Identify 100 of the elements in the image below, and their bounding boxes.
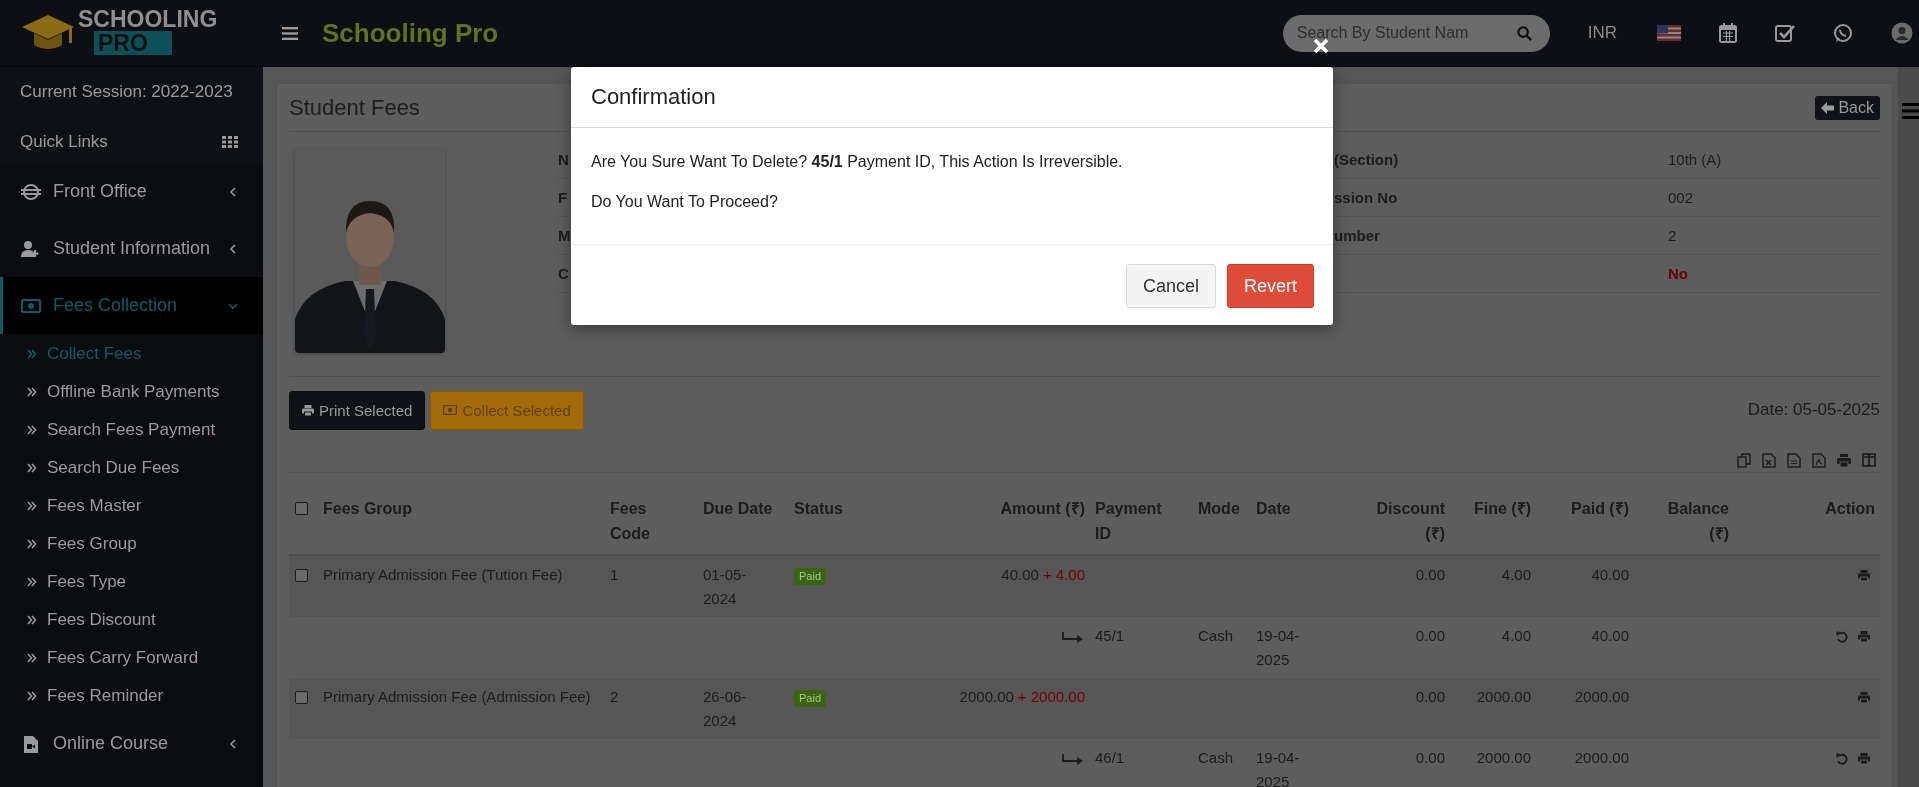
chevron-icon: [228, 243, 238, 254]
column-header: Paid (₹): [1571, 500, 1629, 517]
pdf-icon[interactable]: [1812, 452, 1826, 468]
chat-icon[interactable]: [1833, 23, 1853, 43]
double-chevron-icon: [27, 349, 37, 359]
status-badge: Paid: [794, 690, 827, 707]
submenu-item[interactable]: Search Due Fees: [0, 449, 263, 487]
submenu-item[interactable]: Fees Type: [0, 563, 263, 601]
double-chevron-icon: [27, 387, 37, 397]
avatar-icon[interactable]: [1891, 22, 1913, 44]
table-cell: Cash: [1198, 627, 1234, 644]
column-header: Date: [1256, 500, 1291, 517]
field-label: ssion No: [1334, 189, 1398, 206]
checkbox[interactable]: [295, 691, 308, 704]
printer-icon[interactable]: [1858, 692, 1870, 703]
table-cell-text: 40.00: [1591, 565, 1629, 585]
column-header: Payment ID: [1095, 499, 1163, 544]
double-chevron-icon: [27, 577, 37, 587]
field-value: 002: [1668, 189, 1694, 206]
double-chevron-icon: [27, 501, 37, 511]
chevron-icon: [228, 300, 238, 311]
printer-icon[interactable]: [1858, 631, 1870, 642]
flag-icon[interactable]: [1657, 25, 1681, 41]
submenu-item[interactable]: Fees Group: [0, 525, 263, 563]
columns-icon[interactable]: [1862, 452, 1876, 468]
table-cell: Cash: [1198, 749, 1234, 766]
excel-icon[interactable]: [1762, 452, 1776, 468]
grid-icon[interactable]: [222, 135, 238, 148]
double-chevron-icon: [27, 691, 37, 701]
column-header: Fees Code: [610, 499, 651, 544]
submenu-item[interactable]: Fees Reminder: [0, 677, 263, 715]
submenu-item[interactable]: Offline Bank Payments: [0, 373, 263, 411]
field-label: N: [558, 151, 569, 168]
table-cell-text: 40.00: [1591, 626, 1629, 646]
globe-icon: [21, 182, 41, 201]
table-cell-text: 2000.00: [1476, 687, 1531, 707]
money-icon: [21, 296, 41, 315]
table-cell-text: 0.00: [1415, 687, 1445, 707]
table-cell-text: 2000.00: [1476, 748, 1531, 768]
dialog-message: Are You Sure Want To Delete? 45/1 Payment ID, This Action Is Irreversible.: [591, 152, 1124, 172]
chevron-icon: [228, 738, 238, 749]
search-icon[interactable]: [1516, 25, 1532, 41]
search-field[interactable]: Search By Student Nam: [1282, 14, 1550, 52]
field-label: F: [558, 189, 568, 206]
session-label: Current Session: 2022-2023: [0, 67, 263, 120]
submenu-item[interactable]: Search Fees Payment: [0, 411, 263, 449]
quick-links-label: Quick Links: [20, 131, 108, 152]
printer-icon[interactable]: [1858, 570, 1870, 581]
undo-icon[interactable]: [1836, 631, 1848, 643]
table-cell: 2: [610, 688, 619, 705]
table-cell: Primary Admission Fee (Admission Fee): [323, 688, 591, 705]
revert-button[interactable]: Revert: [1227, 264, 1314, 308]
currency-selector[interactable]: INR: [1587, 23, 1617, 43]
table-cell-text: 0.00: [1415, 626, 1445, 646]
table-cell-text: 19-04-2025: [1256, 748, 1301, 787]
close-icon[interactable]: [1313, 38, 1329, 54]
copy-icon[interactable]: [1737, 452, 1751, 468]
double-chevron-icon: [27, 653, 37, 663]
printer-icon[interactable]: [1858, 753, 1870, 764]
double-chevron-icon: [27, 425, 37, 435]
table-cell: 1: [610, 566, 619, 583]
checkbox[interactable]: [295, 569, 308, 582]
user-plus-icon: [21, 239, 41, 258]
column-header: Action: [1825, 500, 1875, 517]
amount-value: 2000.00: [959, 687, 1014, 707]
column-header: Fees Group: [323, 500, 412, 517]
submenu-item[interactable]: Fees Discount: [0, 601, 263, 639]
sidebar-item[interactable]: Front Office: [0, 163, 263, 220]
checkbox[interactable]: [295, 502, 308, 515]
table-cell-text: 4.00: [1501, 565, 1531, 585]
printer-icon[interactable]: [1837, 452, 1851, 468]
table-cell-text: 0.00: [1415, 565, 1445, 585]
sidebar-item[interactable]: Student Information: [0, 220, 263, 277]
field-label: umber: [1334, 227, 1380, 244]
column-header: Balance (₹): [1666, 499, 1729, 544]
table-cell-text: 19-04-2025: [1256, 626, 1301, 670]
page-title: Student Fees: [289, 94, 420, 121]
sidebar-item[interactable]: Online Course: [0, 715, 263, 772]
table-cell-text: 2000.00: [1574, 687, 1629, 707]
return-arrow-icon: [1062, 754, 1084, 766]
cancel-button[interactable]: Cancel: [1125, 264, 1216, 308]
table-cell-text: 01-05-2024: [703, 565, 748, 609]
back-button[interactable]: Back: [1815, 95, 1880, 120]
checkbox-icon[interactable]: [1775, 24, 1795, 42]
csv-file-icon[interactable]: [1787, 452, 1801, 468]
chevron-icon: [228, 186, 238, 197]
printer-icon: [302, 404, 314, 416]
submenu-item[interactable]: Fees Master: [0, 487, 263, 525]
table-cell-text: 2000.00: [1574, 748, 1629, 768]
field-value: No: [1668, 265, 1688, 282]
calendar-icon[interactable]: [1719, 23, 1737, 43]
dialog-title: Confirmation: [591, 84, 716, 110]
double-chevron-icon: [27, 463, 37, 473]
print-selected-button[interactable]: Print Selected: [289, 390, 426, 430]
field-value: 2: [1668, 227, 1677, 244]
menu-icon[interactable]: [282, 26, 298, 40]
undo-icon[interactable]: [1836, 753, 1848, 765]
submenu-item[interactable]: Fees Carry Forward: [0, 639, 263, 677]
added-fine: + 4.00: [1042, 565, 1085, 585]
table-cell: 46/1: [1095, 749, 1125, 766]
